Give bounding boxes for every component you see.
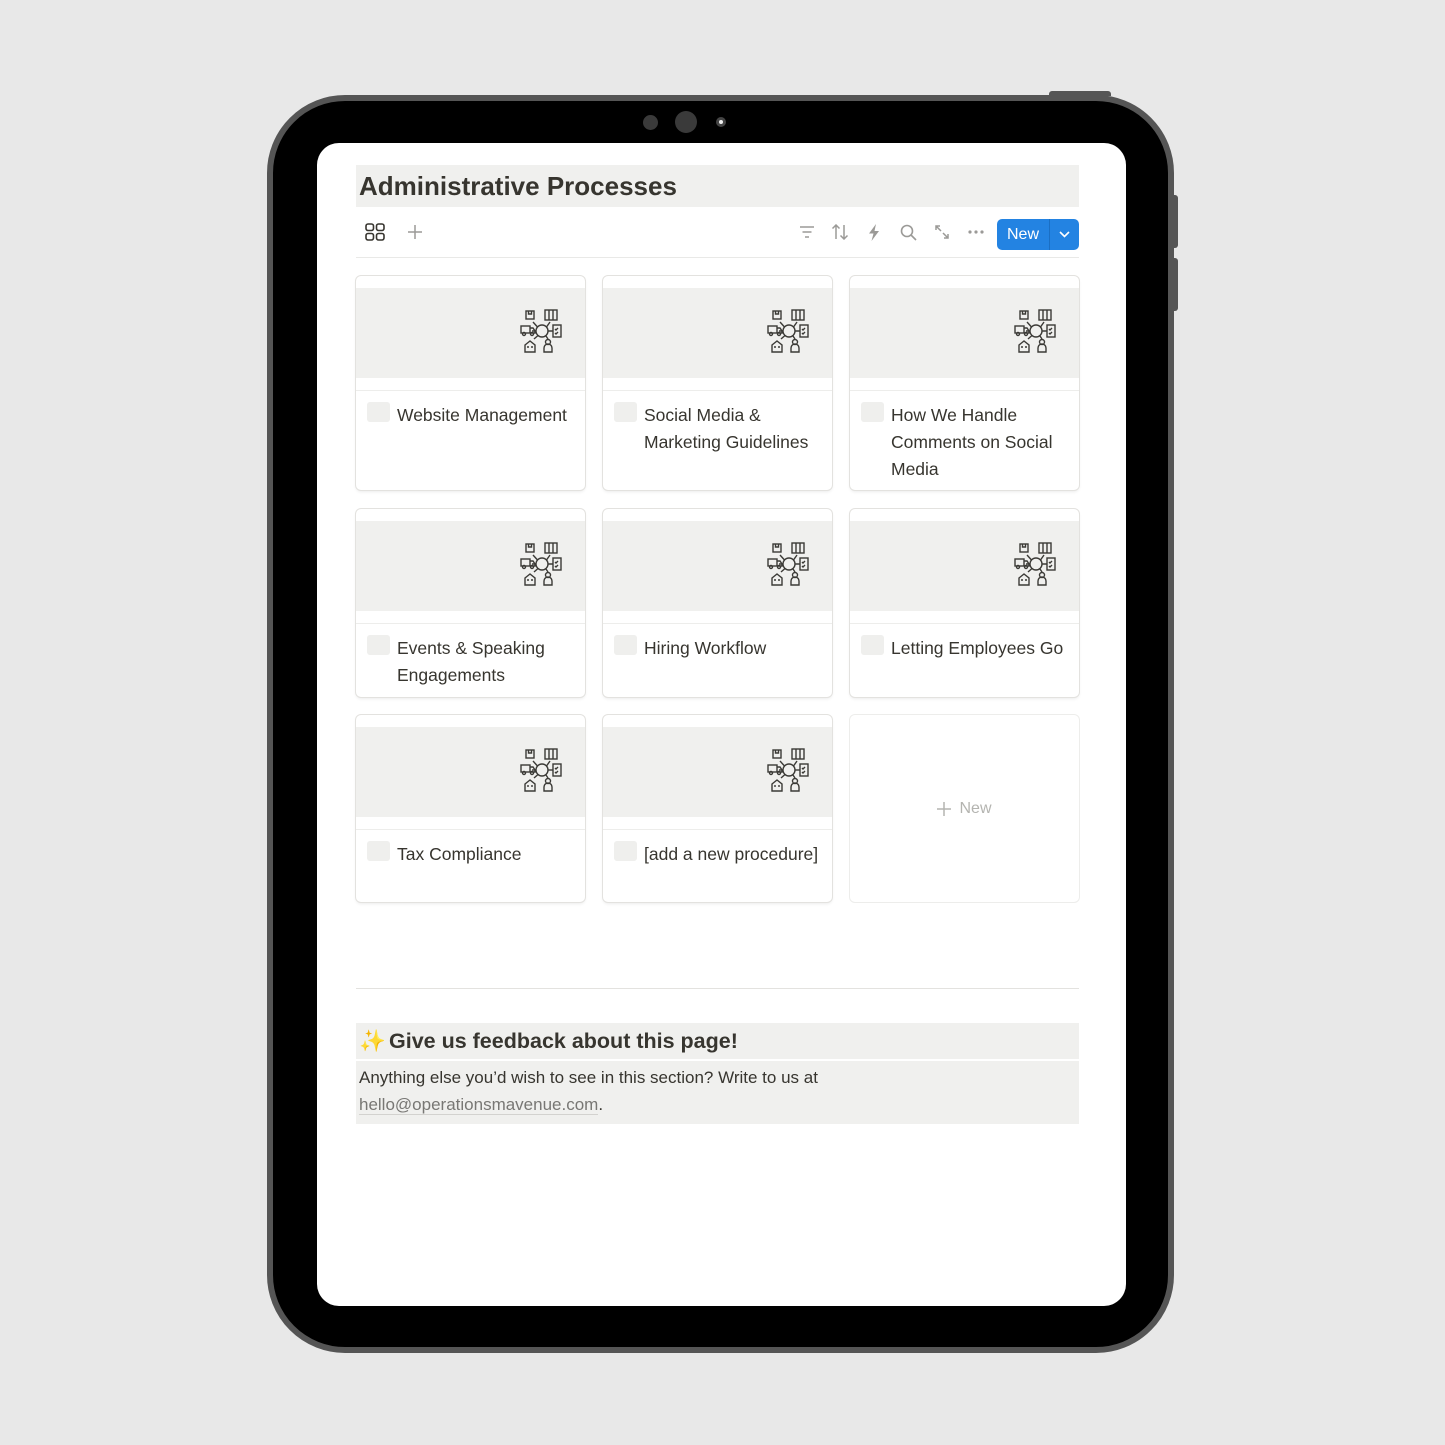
operations-hub-icon (520, 748, 562, 792)
camera-lens-icon (716, 117, 726, 127)
new-dropdown-button[interactable] (1050, 219, 1079, 250)
filter-icon[interactable] (795, 220, 819, 244)
card-title: [add a new procedure] (644, 844, 819, 864)
page-icon (614, 402, 637, 422)
page-icon (861, 635, 884, 655)
operations-hub-icon (767, 309, 809, 353)
card-cover (850, 521, 1079, 623)
card-cover (603, 521, 832, 623)
tablet-volume-down-button (1173, 258, 1178, 311)
screen: Administrative Processes New Website Man… (317, 143, 1126, 1306)
page-icon (614, 841, 637, 861)
card-cover (356, 727, 585, 829)
divider (356, 988, 1079, 989)
sort-icon[interactable] (828, 220, 852, 244)
card-cover (603, 288, 832, 390)
search-icon[interactable] (896, 220, 920, 244)
chevron-down-icon (1059, 231, 1070, 238)
card-title: Tax Compliance (397, 844, 522, 864)
card-cover (356, 521, 585, 623)
operations-hub-icon (767, 748, 809, 792)
feedback-callout: Anything else you’d wish to see in this … (356, 1061, 1079, 1124)
database-toolbar: New (356, 207, 1079, 258)
gallery-card[interactable]: Tax Compliance (356, 715, 585, 902)
gallery-card[interactable]: Hiring Workflow (603, 509, 832, 697)
gallery-card[interactable]: Letting Employees Go (850, 509, 1079, 697)
expand-icon[interactable] (930, 220, 954, 244)
gallery-card[interactable]: Social Media & Marketing Guidelines (603, 276, 832, 490)
card-body: Hiring Workflow (603, 623, 832, 674)
card-body: Website Management (356, 390, 585, 441)
card-cover (850, 288, 1079, 390)
plus-icon (937, 801, 952, 816)
add-view-plus-icon[interactable] (403, 220, 427, 244)
camera-icon (675, 111, 697, 133)
feedback-email-link[interactable]: hello@operationsmavenue.com (359, 1095, 599, 1115)
operations-hub-icon (520, 309, 562, 353)
page-content: Administrative Processes New (356, 165, 1079, 258)
page-title[interactable]: Administrative Processes (356, 165, 1079, 207)
new-button-group: New (997, 219, 1079, 250)
card-title: Events & Speaking Engagements (397, 638, 545, 685)
card-body: Tax Compliance (356, 829, 585, 880)
gallery-card[interactable]: How We Handle Comments on Social Media (850, 276, 1079, 490)
new-card-label: New (959, 799, 992, 817)
page-icon (367, 402, 390, 422)
tablet-top-button (1049, 91, 1111, 96)
card-title: Letting Employees Go (891, 638, 1064, 658)
tablet-volume-up-button (1173, 195, 1178, 248)
new-card-button[interactable]: New (850, 715, 1079, 902)
card-title: Social Media & Marketing Guidelines (644, 405, 809, 452)
page-icon (367, 841, 390, 861)
operations-hub-icon (1014, 309, 1056, 353)
feedback-text: Anything else you’d wish to see in this … (359, 1068, 818, 1087)
gallery-view-icon[interactable] (363, 220, 387, 244)
card-body: Social Media & Marketing Guidelines (603, 390, 832, 468)
card-title: Hiring Workflow (644, 638, 767, 658)
card-title: How We Handle Comments on Social Media (891, 405, 1053, 479)
card-body: How We Handle Comments on Social Media (850, 390, 1079, 490)
page-icon (367, 635, 390, 655)
page-icon (861, 402, 884, 422)
automation-bolt-icon[interactable] (862, 220, 886, 244)
operations-hub-icon (520, 542, 562, 586)
more-icon[interactable] (964, 220, 988, 244)
card-cover (603, 727, 832, 829)
sparkles-icon: ✨ (359, 1029, 386, 1053)
gallery-card[interactable]: Website Management (356, 276, 585, 490)
new-button[interactable]: New (997, 219, 1050, 250)
gallery-card[interactable]: [add a new procedure] (603, 715, 832, 902)
card-title: Website Management (397, 405, 567, 425)
gallery-card[interactable]: Events & Speaking Engagements (356, 509, 585, 697)
feedback-trailing: . (598, 1095, 604, 1114)
operations-hub-icon (767, 542, 809, 586)
card-body: Events & Speaking Engagements (356, 623, 585, 697)
card-body: [add a new procedure] (603, 829, 832, 880)
page-icon (614, 635, 637, 655)
feedback-heading-text: Give us feedback about this page! (389, 1029, 738, 1053)
card-body: Letting Employees Go (850, 623, 1079, 674)
feedback-heading: ✨ Give us feedback about this page! (356, 1023, 1079, 1059)
operations-hub-icon (1014, 542, 1056, 586)
sensor-icon (643, 115, 658, 130)
card-cover (356, 288, 585, 390)
